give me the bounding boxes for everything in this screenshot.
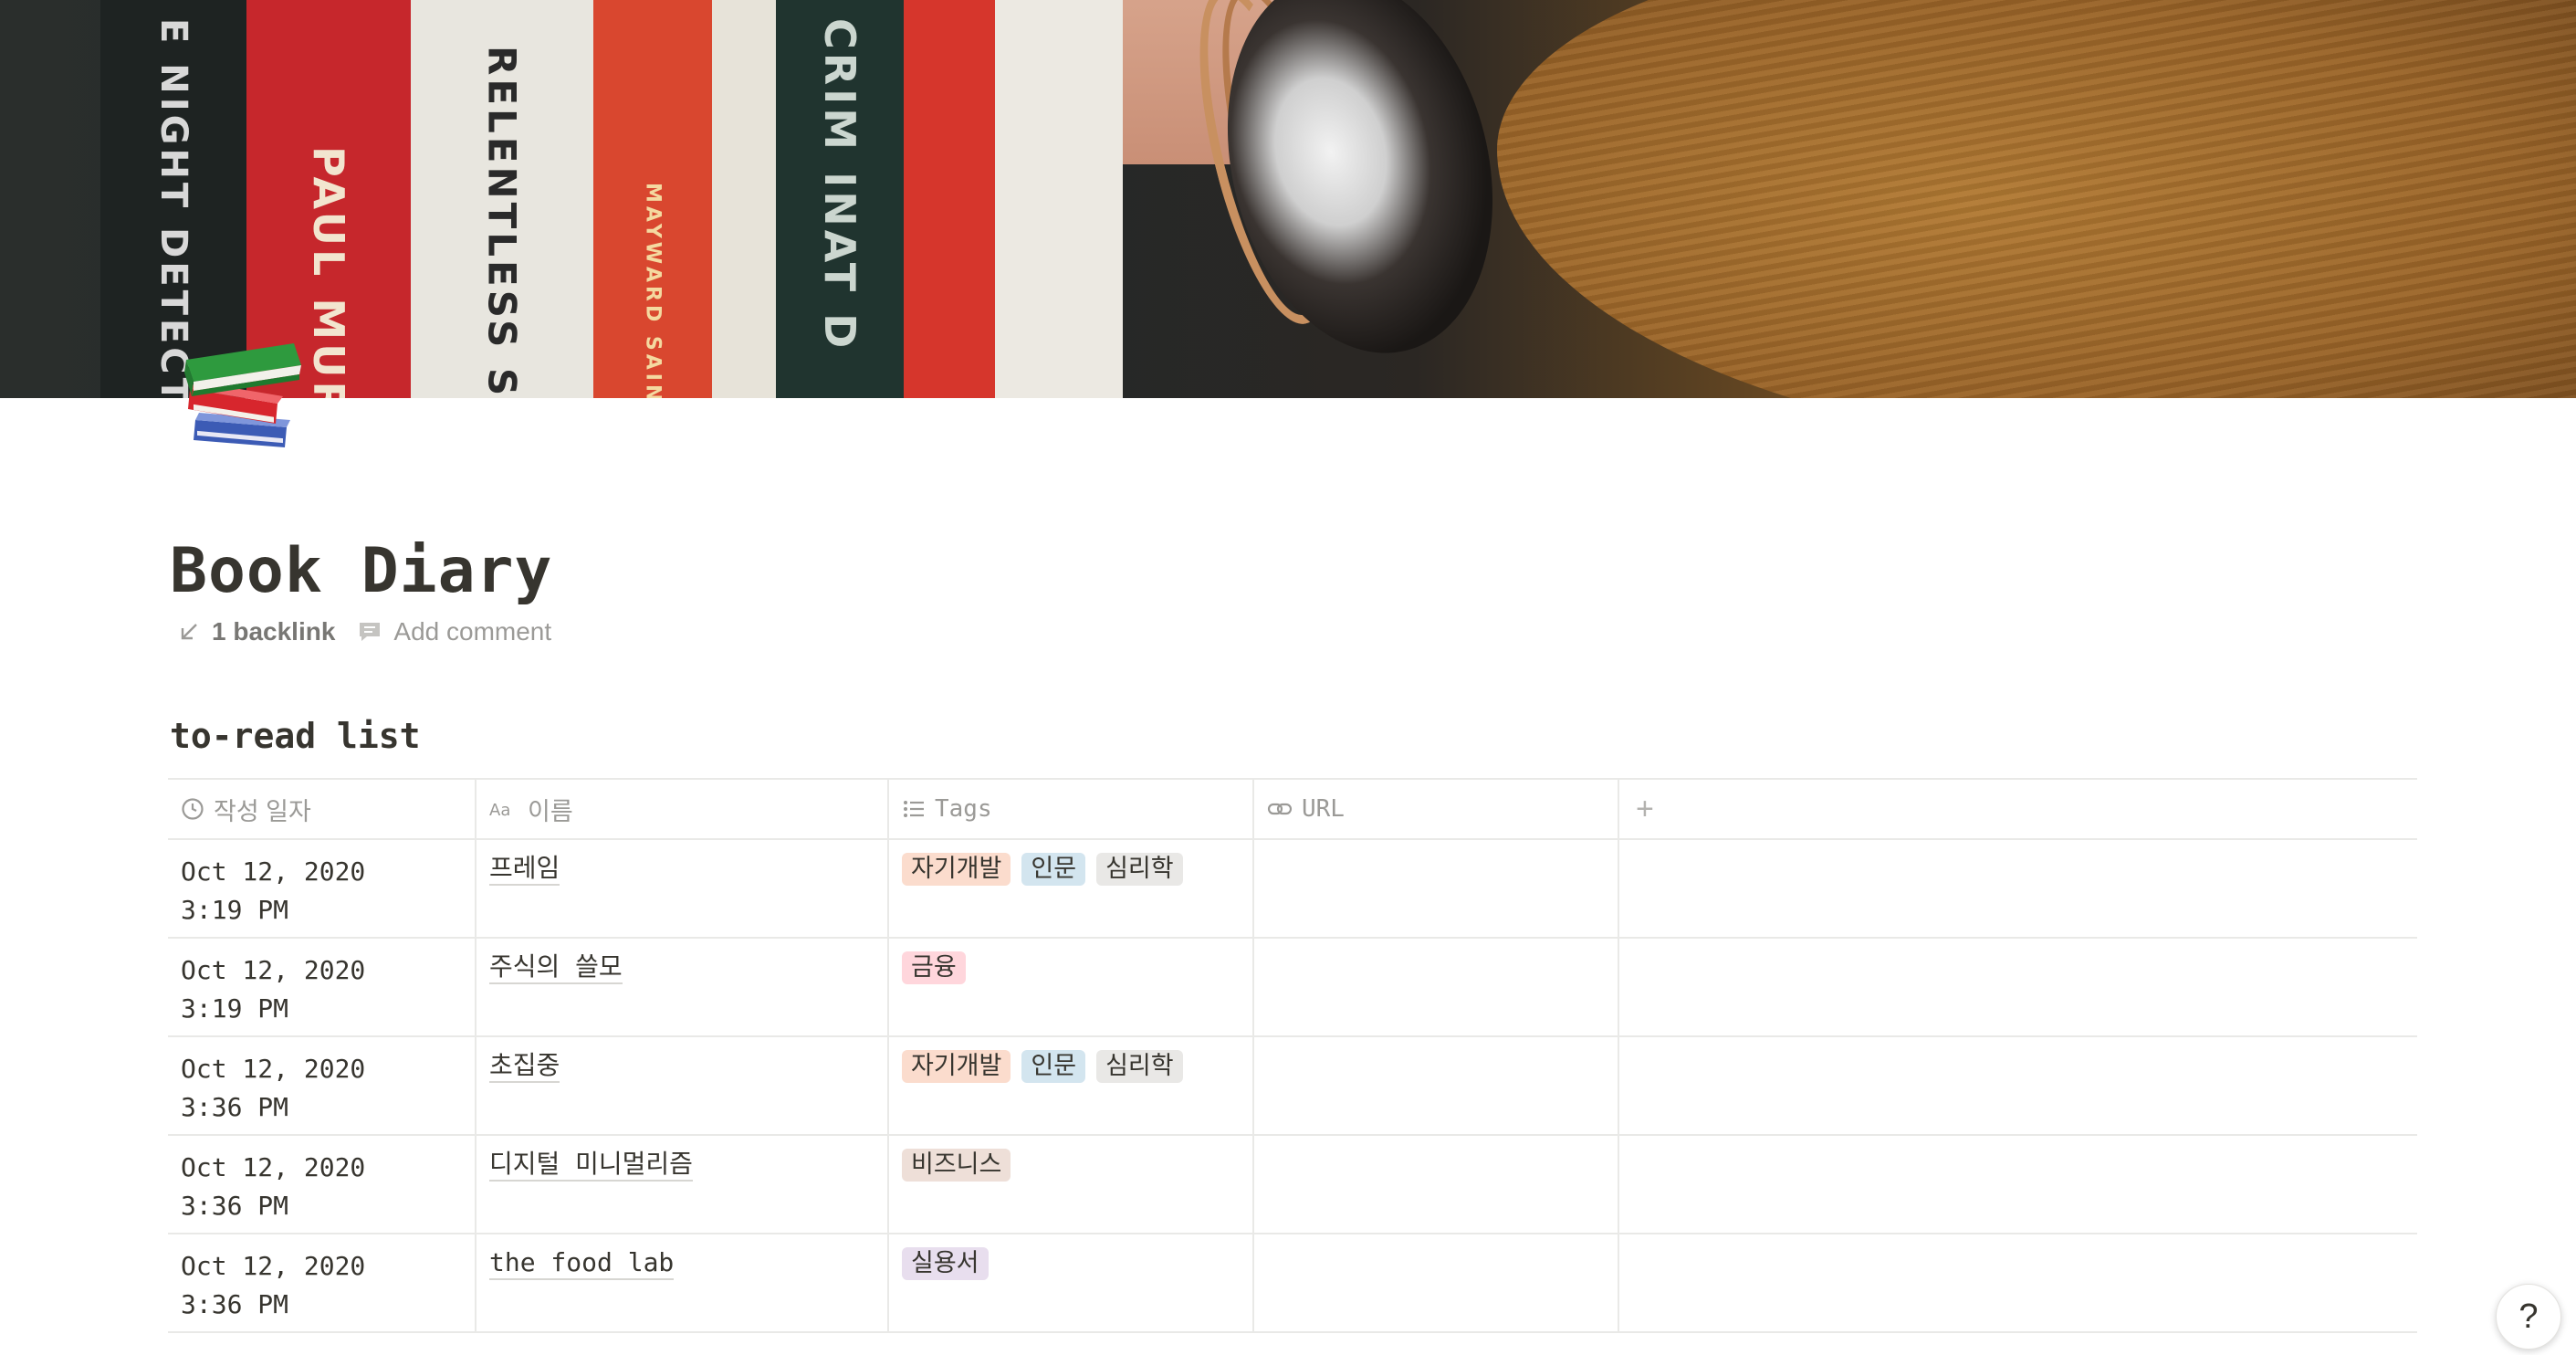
created-date-cell[interactable]: Oct 12, 2020 3:19 PM — [168, 939, 476, 1035]
table-row[interactable]: Oct 12, 2020 3:36 PM 초집중 자기개발 인문 심리학 — [168, 1037, 2417, 1136]
created-date-cell[interactable]: Oct 12, 2020 3:36 PM — [168, 1037, 476, 1134]
table-header-row: 작성 일자 Aa 이름 Tags URL + — [168, 778, 2417, 840]
tag: 인문 — [1021, 1050, 1086, 1083]
page-meta: 1 backlink Add comment — [177, 617, 551, 646]
tag: 실용서 — [902, 1247, 989, 1280]
comment-icon — [360, 623, 381, 641]
created-date-value: Oct 12, 2020 3:19 PM — [181, 856, 366, 925]
tags-cell[interactable]: 자기개발 인문 심리학 — [889, 840, 1254, 937]
cover-book-spine-text: MAYWARD SAINTS — [641, 183, 665, 398]
empty-cell — [1619, 840, 2417, 937]
tag: 심리학 — [1096, 1050, 1183, 1083]
name-cell[interactable]: 디지털 미니멀리즘 — [476, 1136, 889, 1233]
list-icon — [904, 801, 924, 817]
created-date-value: Oct 12, 2020 3:36 PM — [181, 1054, 366, 1122]
cover-book-spine-3: MAYWARD SAINTS — [593, 0, 712, 398]
help-button[interactable]: ? — [2496, 1284, 2561, 1350]
column-header-label: Tags — [935, 795, 992, 823]
tag: 인문 — [1021, 853, 1086, 886]
table-row[interactable]: Oct 12, 2020 3:19 PM 프레임 자기개발 인문 심리학 — [168, 840, 2417, 939]
add-comment-button[interactable]: Add comment — [357, 617, 551, 646]
created-date-value: Oct 12, 2020 3:19 PM — [181, 955, 366, 1024]
url-cell[interactable] — [1254, 1234, 1619, 1331]
name-cell[interactable]: 주식의 쓸모 — [476, 939, 889, 1035]
tag-list: 실용서 — [902, 1247, 1240, 1280]
created-date-value: Oct 12, 2020 3:36 PM — [181, 1251, 366, 1319]
tag-list: 자기개발 인문 심리학 — [902, 1050, 1240, 1083]
backlink-arrow-icon — [181, 624, 197, 640]
cover-book-spine-7 — [995, 0, 1123, 398]
database-table: 작성 일자 Aa 이름 Tags URL + Oct 12, 2020 3:19… — [168, 778, 2417, 1333]
add-property-icon: + — [1636, 791, 1654, 826]
table-row[interactable]: Oct 12, 2020 3:36 PM 디지털 미니멀리즘 비즈니스 — [168, 1136, 2417, 1234]
database-title[interactable]: to-read list — [170, 716, 421, 756]
url-cell[interactable] — [1254, 1136, 1619, 1233]
tag: 자기개발 — [902, 1050, 1011, 1083]
backlinks-label: 1 backlink — [212, 617, 336, 646]
row-title-link[interactable]: 주식의 쓸모 — [489, 951, 623, 984]
page-cover[interactable]: E NIGHT DETECT PAUL MUR SKIPPY D RELENTL… — [0, 0, 2576, 398]
cover-book-spine-6 — [904, 0, 995, 398]
row-title-link[interactable]: 프레임 — [489, 853, 560, 886]
tag: 비즈니스 — [902, 1149, 1011, 1182]
svg-text:Aa: Aa — [489, 801, 510, 820]
link-icon — [1267, 803, 1293, 815]
table-row[interactable]: Oct 12, 2020 3:36 PM the food lab 실용서 — [168, 1234, 2417, 1333]
add-comment-label: Add comment — [393, 617, 552, 646]
tags-cell[interactable]: 금융 — [889, 939, 1254, 1035]
created-date-cell[interactable]: Oct 12, 2020 3:36 PM — [168, 1136, 476, 1233]
column-header-created-date[interactable]: 작성 일자 — [168, 780, 476, 838]
cover-bracelet — [1189, 0, 1531, 382]
tags-cell[interactable]: 자기개발 인문 심리학 — [889, 1037, 1254, 1134]
cover-book-spine-5: CRIM INAT D — [776, 0, 904, 398]
tag: 심리학 — [1096, 853, 1183, 886]
tag: 자기개발 — [902, 853, 1011, 886]
cover-book-spine-text: CRIM INAT D — [815, 18, 864, 352]
empty-cell — [1619, 939, 2417, 1035]
cover-book-spine-2: RELENTLESS STRIKE — [411, 0, 593, 398]
column-header-tags[interactable]: Tags — [889, 780, 1254, 838]
column-header-label: URL — [1302, 795, 1345, 823]
created-date-cell[interactable]: Oct 12, 2020 3:19 PM — [168, 840, 476, 937]
title-icon: Aa — [489, 801, 510, 820]
url-cell[interactable] — [1254, 1037, 1619, 1134]
column-header-label: 작성 일자 — [214, 797, 311, 825]
help-icon: ? — [2518, 1297, 2539, 1336]
cover-book-spine-4 — [712, 0, 776, 398]
clock-icon — [182, 798, 204, 820]
row-title-link[interactable]: the food lab — [489, 1247, 675, 1280]
created-date-value: Oct 12, 2020 3:36 PM — [181, 1152, 366, 1221]
column-header-label: 이름 — [528, 797, 573, 825]
column-header-name[interactable]: Aa 이름 — [476, 780, 889, 838]
created-date-cell[interactable]: Oct 12, 2020 3:36 PM — [168, 1234, 476, 1331]
tags-cell[interactable]: 비즈니스 — [889, 1136, 1254, 1233]
name-cell[interactable]: the food lab — [476, 1234, 889, 1331]
name-cell[interactable]: 초집중 — [476, 1037, 889, 1134]
empty-cell — [1619, 1136, 2417, 1233]
table-row[interactable]: Oct 12, 2020 3:19 PM 주식의 쓸모 금융 — [168, 939, 2417, 1037]
add-property-button[interactable]: + — [1619, 780, 2417, 838]
row-title-link[interactable]: 디지털 미니멀리즘 — [489, 1149, 693, 1182]
tags-cell[interactable]: 실용서 — [889, 1234, 1254, 1331]
empty-cell — [1619, 1037, 2417, 1134]
tag-list: 금융 — [902, 951, 1240, 984]
row-title-link[interactable]: 초집중 — [489, 1050, 560, 1083]
tag: 금융 — [902, 951, 966, 984]
name-cell[interactable]: 프레임 — [476, 840, 889, 937]
column-header-url[interactable]: URL — [1254, 780, 1619, 838]
cover-sweater — [1497, 0, 2576, 398]
empty-cell — [1619, 1234, 2417, 1331]
tag-list: 자기개발 인문 심리학 — [902, 853, 1240, 886]
tag-list: 비즈니스 — [902, 1149, 1240, 1182]
backlinks-button[interactable]: 1 backlink — [177, 617, 335, 646]
page-title[interactable]: Book Diary — [170, 535, 552, 608]
url-cell[interactable] — [1254, 939, 1619, 1035]
cover-book-spine-text: RELENTLESS STRIKE — [479, 46, 525, 398]
url-cell[interactable] — [1254, 840, 1619, 937]
books-icon[interactable] — [177, 329, 310, 462]
cover-book-spine-text: PAUL MUR SKIPPY D — [304, 146, 353, 398]
